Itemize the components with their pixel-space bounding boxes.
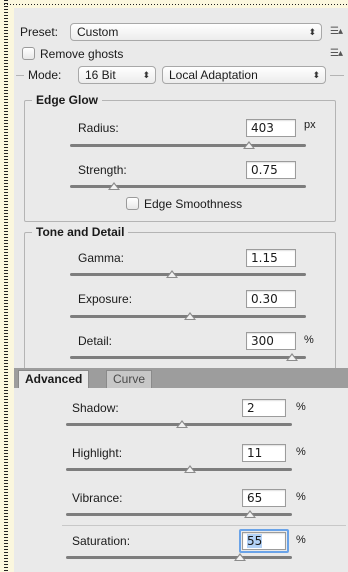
edge-smoothness-label: Edge Smoothness (144, 197, 243, 211)
vibrance-input[interactable]: 65 (242, 489, 286, 507)
mode-divider-left (16, 75, 24, 76)
exposure-slider-thumb[interactable] (184, 312, 196, 320)
shadow-label: Shadow: (72, 401, 119, 415)
selection-border-top (4, 4, 348, 5)
gamma-slider-track[interactable] (70, 273, 306, 276)
highlight-slider-thumb[interactable] (184, 465, 196, 473)
strength-slider-thumb[interactable] (108, 182, 120, 190)
remove-ghosts-checkbox[interactable] (22, 47, 35, 60)
tab-advanced[interactable]: Advanced (18, 370, 90, 388)
preset-label: Preset: (20, 25, 59, 39)
preset-value: Custom (77, 25, 119, 39)
selection-border-left (4, 0, 8, 572)
vibrance-slider-track[interactable] (66, 513, 292, 516)
bit-depth-value: 16 Bit (85, 68, 116, 82)
method-select[interactable]: Local Adaptation ⬍ (162, 66, 326, 84)
gamma-slider-thumb[interactable] (166, 270, 178, 278)
remove-ghosts-label: Remove ghosts (40, 47, 124, 61)
detail-slider-thumb[interactable] (286, 353, 298, 361)
mode-label: Mode: (28, 68, 62, 82)
method-value: Local Adaptation (169, 68, 258, 82)
highlight-unit: % (296, 446, 306, 458)
saturation-value: 55 (247, 534, 263, 548)
saturation-input[interactable]: 55 (242, 532, 286, 550)
saturation-unit: % (296, 534, 306, 546)
edge-smoothness-checkbox[interactable] (126, 197, 139, 210)
gamma-label: Gamma: (78, 251, 125, 265)
vibrance-label: Vibrance: (72, 491, 123, 505)
highlight-slider-track[interactable] (66, 468, 292, 471)
detail-unit: % (304, 334, 314, 346)
tone-detail-title: Tone and Detail (32, 225, 129, 239)
strength-slider-track[interactable] (70, 185, 306, 188)
radius-input[interactable]: 403 (246, 119, 296, 137)
radius-slider-track[interactable] (70, 144, 306, 147)
vibrance-divider (62, 525, 346, 526)
strength-label: Strength: (78, 163, 127, 177)
hdr-toning-panel: Preset: Custom ⬍ ☰▴ Remove ghosts ☰▴ Mod… (14, 8, 348, 572)
remove-ghosts-menu-icon[interactable]: ☰▴ (330, 48, 343, 59)
detail-slider-track[interactable] (70, 356, 306, 359)
highlight-input[interactable]: 11 (242, 444, 286, 462)
preset-menu-icon[interactable]: ☰▴ (330, 26, 343, 37)
shadow-input[interactable]: 2 (242, 399, 286, 417)
radius-label: Radius: (78, 121, 119, 135)
saturation-slider-thumb[interactable] (234, 553, 246, 561)
mode-divider-right (330, 75, 344, 76)
vibrance-slider-thumb[interactable] (244, 510, 256, 518)
highlight-label: Highlight: (72, 446, 123, 460)
strength-input[interactable]: 0.75 (246, 161, 296, 179)
detail-label: Detail: (78, 334, 113, 348)
radius-slider-thumb[interactable] (243, 141, 255, 149)
detail-input[interactable]: 300 (246, 332, 296, 350)
saturation-label: Saturation: (72, 534, 131, 548)
vibrance-unit: % (296, 491, 306, 503)
shadow-unit: % (296, 401, 306, 413)
exposure-label: Exposure: (78, 292, 133, 306)
up-down-arrows-icon: ⬍ (312, 70, 320, 80)
up-down-arrows-icon: ⬍ (142, 70, 150, 80)
saturation-slider-track[interactable] (66, 556, 292, 559)
shadow-slider-thumb[interactable] (176, 420, 188, 428)
gamma-input[interactable]: 1.15 (246, 249, 296, 267)
exposure-input[interactable]: 0.30 (246, 290, 296, 308)
edge-glow-title: Edge Glow (32, 93, 103, 107)
tab-curve[interactable]: Curve (106, 370, 153, 388)
bit-depth-select[interactable]: 16 Bit ⬍ (78, 66, 156, 84)
preset-select[interactable]: Custom ⬍ (70, 23, 322, 41)
up-down-arrows-icon: ⬍ (308, 27, 316, 37)
radius-unit: px (304, 119, 316, 131)
